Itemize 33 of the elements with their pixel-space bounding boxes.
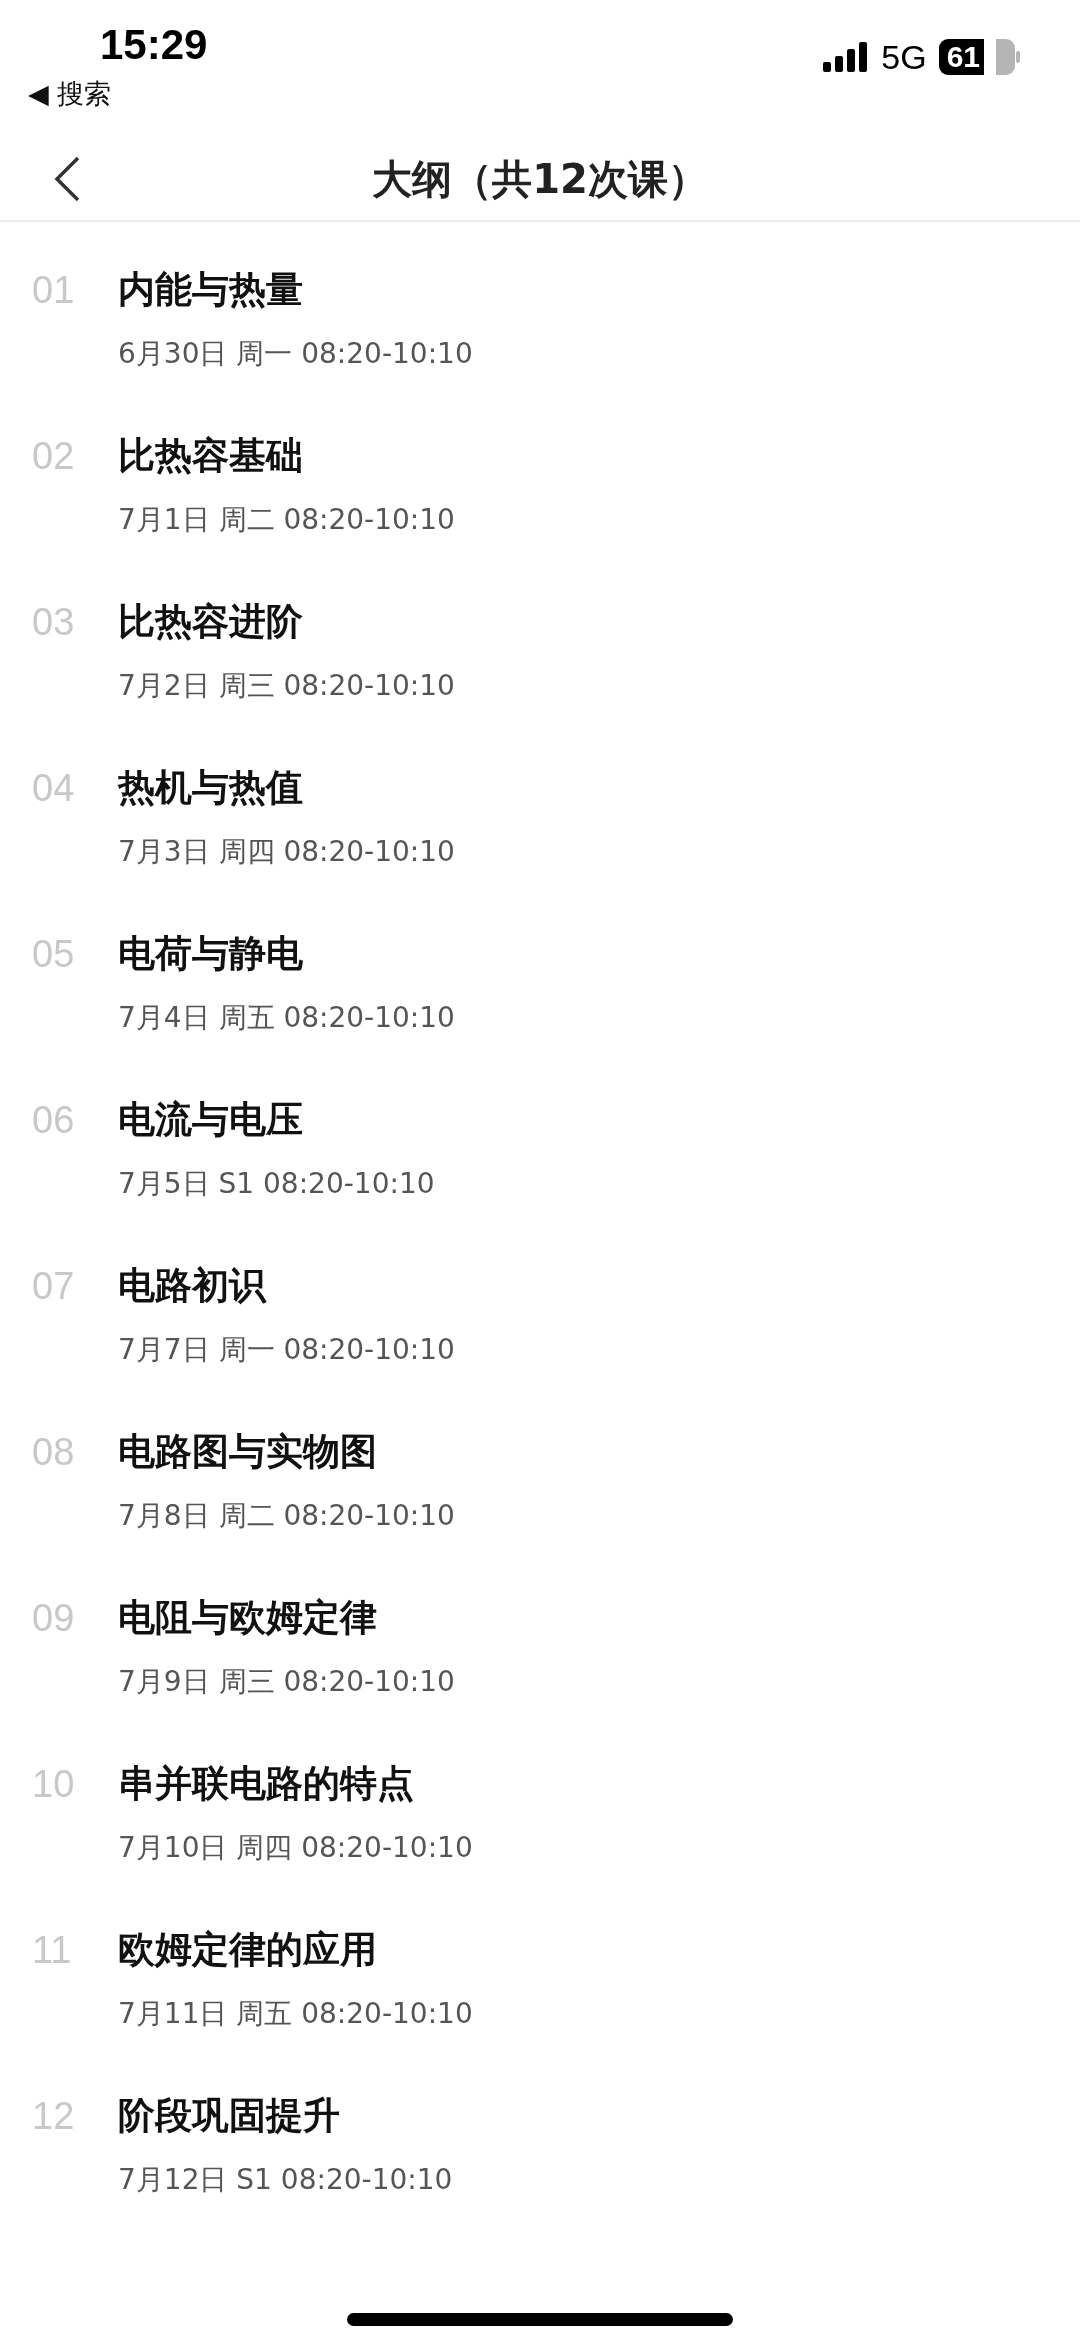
lesson-schedule: 7月2日 周三 08:20-10:10	[118, 668, 455, 704]
back-to-search-link[interactable]: ◀ 搜索	[28, 74, 208, 114]
lesson-schedule: 7月12日 S1 08:20-10:10	[118, 2162, 453, 2198]
lesson-schedule: 7月4日 周五 08:20-10:10	[118, 1000, 455, 1036]
back-button[interactable]	[52, 154, 82, 204]
lesson-title[interactable]: 热机与热值	[118, 763, 303, 813]
network-label: 5G	[881, 37, 927, 77]
lesson-schedule: 7月11日 周五 08:20-10:10	[118, 1996, 473, 2032]
lesson-title[interactable]: 内能与热量	[118, 265, 303, 315]
lesson-schedule: 7月1日 周二 08:20-10:10	[118, 502, 455, 538]
lesson-schedule: 7月9日 周三 08:20-10:10	[118, 1664, 455, 1700]
lesson-title[interactable]: 电阻与欧姆定律	[118, 1593, 377, 1643]
lesson-schedule: 6月30日 周一 08:20-10:10	[118, 336, 473, 372]
lesson-title[interactable]: 串并联电路的特点	[118, 1759, 414, 1809]
lesson-title[interactable]: 电流与电压	[118, 1095, 303, 1145]
page-title: 大纲（共12次课）	[372, 154, 708, 204]
back-icon	[52, 154, 82, 204]
lesson-title[interactable]: 比热容进阶	[118, 597, 303, 647]
status-time: 15:29	[100, 20, 208, 70]
lesson-schedule: 7月10日 周四 08:20-10:10	[118, 1830, 473, 1866]
lesson-schedule: 7月3日 周四 08:20-10:10	[118, 834, 455, 870]
lesson-schedule: 7月7日 周一 08:20-10:10	[118, 1332, 455, 1368]
battery-level: 61	[938, 39, 984, 75]
signal-icon	[823, 42, 870, 72]
lesson-title[interactable]: 电路初识	[118, 1261, 266, 1311]
lesson-title[interactable]: 电路图与实物图	[118, 1427, 377, 1477]
lesson-title[interactable]: 电荷与静电	[118, 929, 303, 979]
lesson-title[interactable]: 比热容基础	[118, 431, 303, 481]
battery-icon	[996, 39, 1020, 75]
lesson-title[interactable]: 欧姆定律的应用	[118, 1925, 377, 1975]
lesson-schedule: 7月5日 S1 08:20-10:10	[118, 1166, 435, 1202]
lesson-schedule: 7月8日 周二 08:20-10:10	[118, 1498, 455, 1534]
lesson-title[interactable]: 阶段巩固提升	[118, 2091, 340, 2141]
